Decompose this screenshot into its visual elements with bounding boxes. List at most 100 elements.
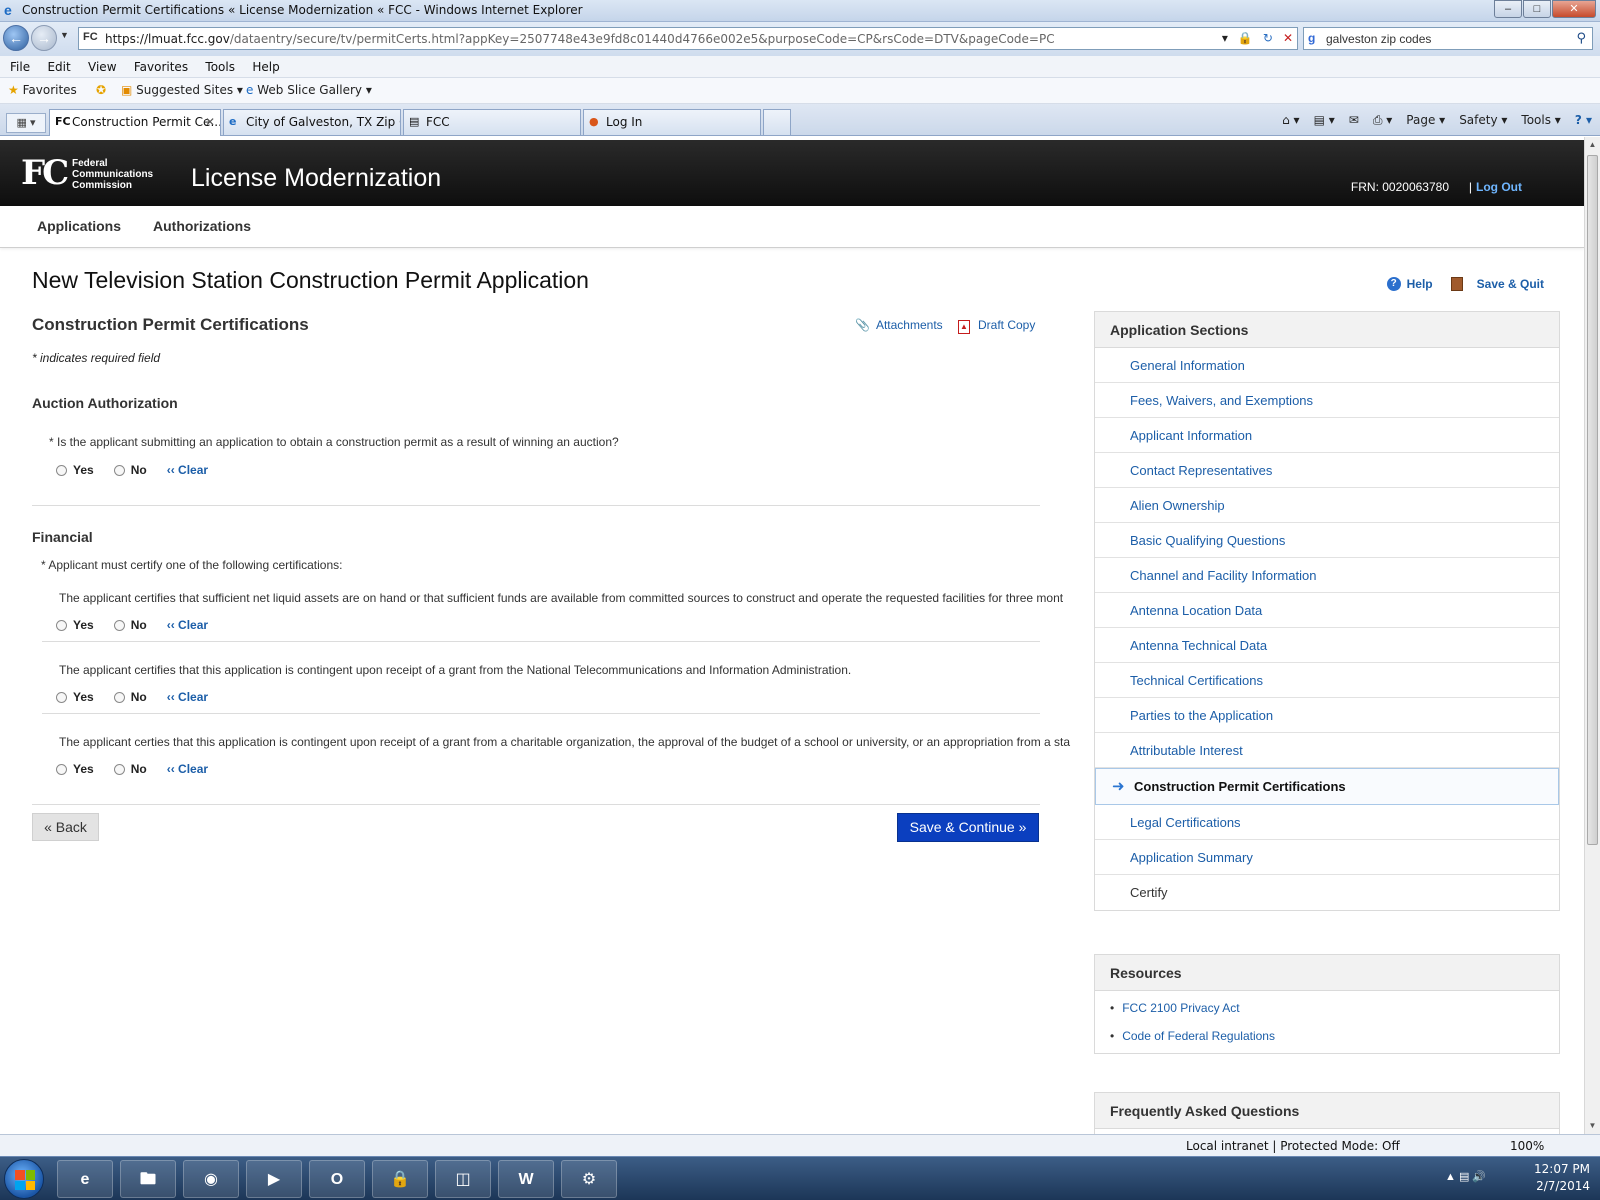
safety-menu[interactable]: Safety ▾ bbox=[1459, 113, 1507, 128]
section-attributable-interest[interactable]: Attributable Interest bbox=[1095, 733, 1559, 768]
menu-favorites[interactable]: Favorites bbox=[134, 56, 188, 78]
cert-3-yes-radio[interactable] bbox=[56, 763, 67, 775]
menu-view[interactable]: View bbox=[88, 56, 116, 78]
scrollbar-thumb[interactable] bbox=[1587, 155, 1598, 845]
menu-help[interactable]: Help bbox=[252, 56, 279, 78]
cert-1-no-radio[interactable] bbox=[113, 619, 125, 631]
back-button[interactable]: « Back bbox=[32, 813, 99, 841]
taskbar-explorer-icon[interactable]: 🖿 bbox=[120, 1160, 176, 1198]
zoom-level[interactable]: 100% bbox=[1510, 1139, 1544, 1153]
auction-yes-radio[interactable] bbox=[56, 464, 67, 476]
system-clock[interactable]: 12:07 PM 2/7/2014 bbox=[1534, 1161, 1590, 1195]
minimize-button[interactable]: – bbox=[1494, 0, 1522, 18]
tab-login[interactable]: ● Log In bbox=[583, 109, 761, 135]
section-fees-waivers[interactable]: Fees, Waivers, and Exemptions bbox=[1095, 383, 1559, 418]
menu-file[interactable]: File bbox=[10, 56, 30, 78]
attachments-link[interactable]: 📎 Attachments bbox=[855, 318, 943, 332]
close-tab-icon[interactable]: ✕ bbox=[205, 110, 215, 134]
tab-construction-permit[interactable]: FC Construction Permit Ce... ✕ bbox=[49, 109, 221, 136]
save-quit-icon[interactable] bbox=[1450, 277, 1463, 291]
yes-label[interactable]: Yes bbox=[73, 690, 94, 704]
forward-arrow-icon[interactable]: → bbox=[31, 25, 57, 51]
feeds-icon[interactable]: ▤ ▾ bbox=[1314, 113, 1335, 128]
start-button[interactable] bbox=[4, 1159, 44, 1199]
no-label[interactable]: No bbox=[131, 463, 147, 477]
taskbar-word-icon[interactable]: W bbox=[498, 1160, 554, 1198]
section-channel-facility-information[interactable]: Channel and Facility Information bbox=[1095, 558, 1559, 593]
cert-1-clear-link[interactable]: ‹‹ Clear bbox=[167, 618, 208, 632]
taskbar-security-icon[interactable]: 🔒 bbox=[372, 1160, 428, 1198]
url-text[interactable]: https://lmuat.fcc.gov/dataentry/secure/t… bbox=[105, 32, 1055, 46]
suggested-sites-button[interactable]: ▣ Suggested Sites ▾ bbox=[121, 83, 243, 97]
section-application-summary[interactable]: Application Summary bbox=[1095, 840, 1559, 875]
section-applicant-information[interactable]: Applicant Information bbox=[1095, 418, 1559, 453]
cert-1-yes-radio[interactable] bbox=[56, 619, 67, 631]
section-alien-ownership[interactable]: Alien Ownership bbox=[1095, 488, 1559, 523]
section-technical-certifications[interactable]: Technical Certifications bbox=[1095, 663, 1559, 698]
yes-label[interactable]: Yes bbox=[73, 618, 94, 632]
menu-tools[interactable]: Tools bbox=[205, 56, 235, 78]
vertical-scrollbar[interactable]: ▲ ▼ bbox=[1584, 137, 1600, 1134]
section-general-information[interactable]: General Information bbox=[1095, 348, 1559, 383]
auction-no-radio[interactable] bbox=[113, 464, 125, 476]
print-icon[interactable]: ⎙ ▾ bbox=[1373, 113, 1392, 128]
yes-label[interactable]: Yes bbox=[73, 463, 94, 477]
taskbar-chrome-icon[interactable]: ◉ bbox=[183, 1160, 239, 1198]
nav-authorizations[interactable]: Authorizations bbox=[153, 218, 251, 234]
add-favorite-icon[interactable]: ✪ bbox=[96, 83, 106, 97]
taskbar-network-icon[interactable]: ◫ bbox=[435, 1160, 491, 1198]
yes-label[interactable]: Yes bbox=[73, 762, 94, 776]
tools-menu[interactable]: Tools ▾ bbox=[1521, 113, 1560, 128]
taskbar-media-icon[interactable]: ▶ bbox=[246, 1160, 302, 1198]
cert-2-yes-radio[interactable] bbox=[56, 691, 67, 703]
mail-icon[interactable]: ✉ bbox=[1349, 113, 1359, 128]
section-antenna-location-data[interactable]: Antenna Location Data bbox=[1095, 593, 1559, 628]
cert-2-clear-link[interactable]: ‹‹ Clear bbox=[167, 690, 208, 704]
help-menu-icon[interactable]: ? ▾ bbox=[1575, 113, 1592, 128]
quick-tabs-button[interactable]: ▦ ▾ bbox=[6, 113, 46, 133]
auction-clear-link[interactable]: ‹‹ Clear bbox=[167, 463, 208, 477]
system-tray-icons[interactable]: ▲ ▤ 🔊 bbox=[1445, 1170, 1486, 1183]
fcc-logo[interactable]: FC bbox=[21, 156, 69, 190]
stop-icon[interactable]: ✕ bbox=[1283, 31, 1293, 45]
close-window-button[interactable]: ✕ bbox=[1552, 0, 1596, 18]
no-label[interactable]: No bbox=[131, 618, 147, 632]
save-continue-button[interactable]: Save & Continue » bbox=[897, 813, 1039, 842]
address-bar[interactable]: FC https://lmuat.fcc.gov/dataentry/secur… bbox=[78, 27, 1298, 50]
save-quit-link[interactable]: Save & Quit bbox=[1477, 277, 1544, 291]
lock-icon[interactable]: 🔒 bbox=[1238, 31, 1253, 45]
section-contact-representatives[interactable]: Contact Representatives bbox=[1095, 453, 1559, 488]
section-antenna-technical-data[interactable]: Antenna Technical Data bbox=[1095, 628, 1559, 663]
search-icon[interactable]: ⚲ bbox=[1576, 30, 1586, 46]
scroll-down-icon[interactable]: ▼ bbox=[1585, 1118, 1600, 1134]
logout-link[interactable]: Log Out bbox=[1476, 180, 1522, 194]
menu-edit[interactable]: Edit bbox=[47, 56, 70, 78]
refresh-icon[interactable]: ↻ bbox=[1263, 31, 1273, 45]
cfr-link[interactable]: Code of Federal Regulations bbox=[1110, 1029, 1544, 1057]
taskbar-outlook-icon[interactable]: O bbox=[309, 1160, 365, 1198]
section-legal-certifications[interactable]: Legal Certifications bbox=[1095, 805, 1559, 840]
new-tab-button[interactable] bbox=[763, 109, 791, 135]
search-box[interactable]: g galveston zip codes ⚲ bbox=[1303, 27, 1593, 50]
home-icon[interactable]: ⌂ ▾ bbox=[1282, 113, 1299, 128]
taskbar-tool-icon[interactable]: ⚙ bbox=[561, 1160, 617, 1198]
help-link[interactable]: Help bbox=[1407, 277, 1433, 291]
section-basic-qualifying-questions[interactable]: Basic Qualifying Questions bbox=[1095, 523, 1559, 558]
privacy-act-link[interactable]: FCC 2100 Privacy Act bbox=[1110, 1001, 1544, 1029]
cert-3-no-radio[interactable] bbox=[113, 763, 125, 775]
page-menu[interactable]: Page ▾ bbox=[1406, 113, 1445, 128]
back-arrow-icon[interactable]: ← bbox=[3, 25, 29, 51]
tab-fcc[interactable]: ▤ FCC bbox=[403, 109, 581, 135]
scroll-up-icon[interactable]: ▲ bbox=[1585, 137, 1600, 153]
taskbar-ie-icon[interactable]: e bbox=[57, 1160, 113, 1198]
cert-2-no-radio[interactable] bbox=[113, 691, 125, 703]
draft-copy-link[interactable]: ▲ Draft Copy bbox=[958, 318, 1035, 334]
history-dropdown-icon[interactable]: ▼ bbox=[60, 30, 69, 40]
search-input[interactable]: galveston zip codes bbox=[1326, 32, 1431, 46]
tab-galveston[interactable]: e City of Galveston, TX Zip C... bbox=[223, 109, 401, 135]
security-zone[interactable]: Local intranet | Protected Mode: Off bbox=[1186, 1139, 1400, 1153]
maximize-button[interactable]: □ bbox=[1523, 0, 1551, 18]
help-icon[interactable]: ? bbox=[1386, 277, 1401, 291]
address-dropdown-icon[interactable]: ▾ bbox=[1222, 31, 1228, 45]
cert-3-clear-link[interactable]: ‹‹ Clear bbox=[167, 762, 208, 776]
